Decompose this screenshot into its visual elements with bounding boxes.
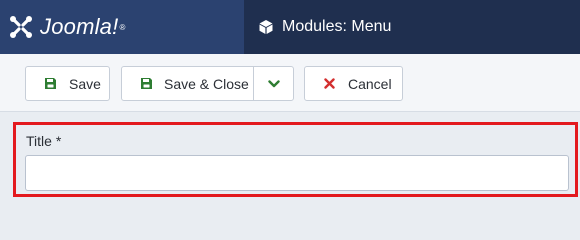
app-header: Joomla! ® Modules: Menu: [0, 0, 580, 54]
toolbar: Save Save & Close Cancel: [0, 54, 580, 112]
save-button-label: Save: [69, 75, 101, 92]
brand-name: Joomla!: [40, 14, 119, 39]
title-input[interactable]: [25, 155, 569, 191]
page-heading: Modules: Menu: [258, 0, 391, 54]
cancel-button-label: Cancel: [348, 75, 392, 92]
registered-mark: ®: [119, 22, 126, 32]
chevron-down-icon: [266, 76, 282, 92]
save-options-dropdown-button[interactable]: [253, 66, 294, 101]
save-button[interactable]: Save: [25, 66, 110, 101]
page-title: Modules: Menu: [282, 18, 392, 35]
cube-icon: [259, 20, 273, 34]
close-icon: [321, 76, 337, 92]
save-and-close-button[interactable]: Save & Close: [121, 66, 254, 101]
floppy-disk-icon: [138, 76, 154, 92]
cancel-button[interactable]: Cancel: [304, 66, 403, 101]
title-label: Title *: [26, 133, 62, 149]
joomla-logo-icon: [10, 16, 32, 38]
floppy-disk-icon: [42, 76, 58, 92]
save-and-close-label: Save & Close: [164, 75, 249, 92]
brand[interactable]: Joomla! ®: [0, 0, 244, 54]
